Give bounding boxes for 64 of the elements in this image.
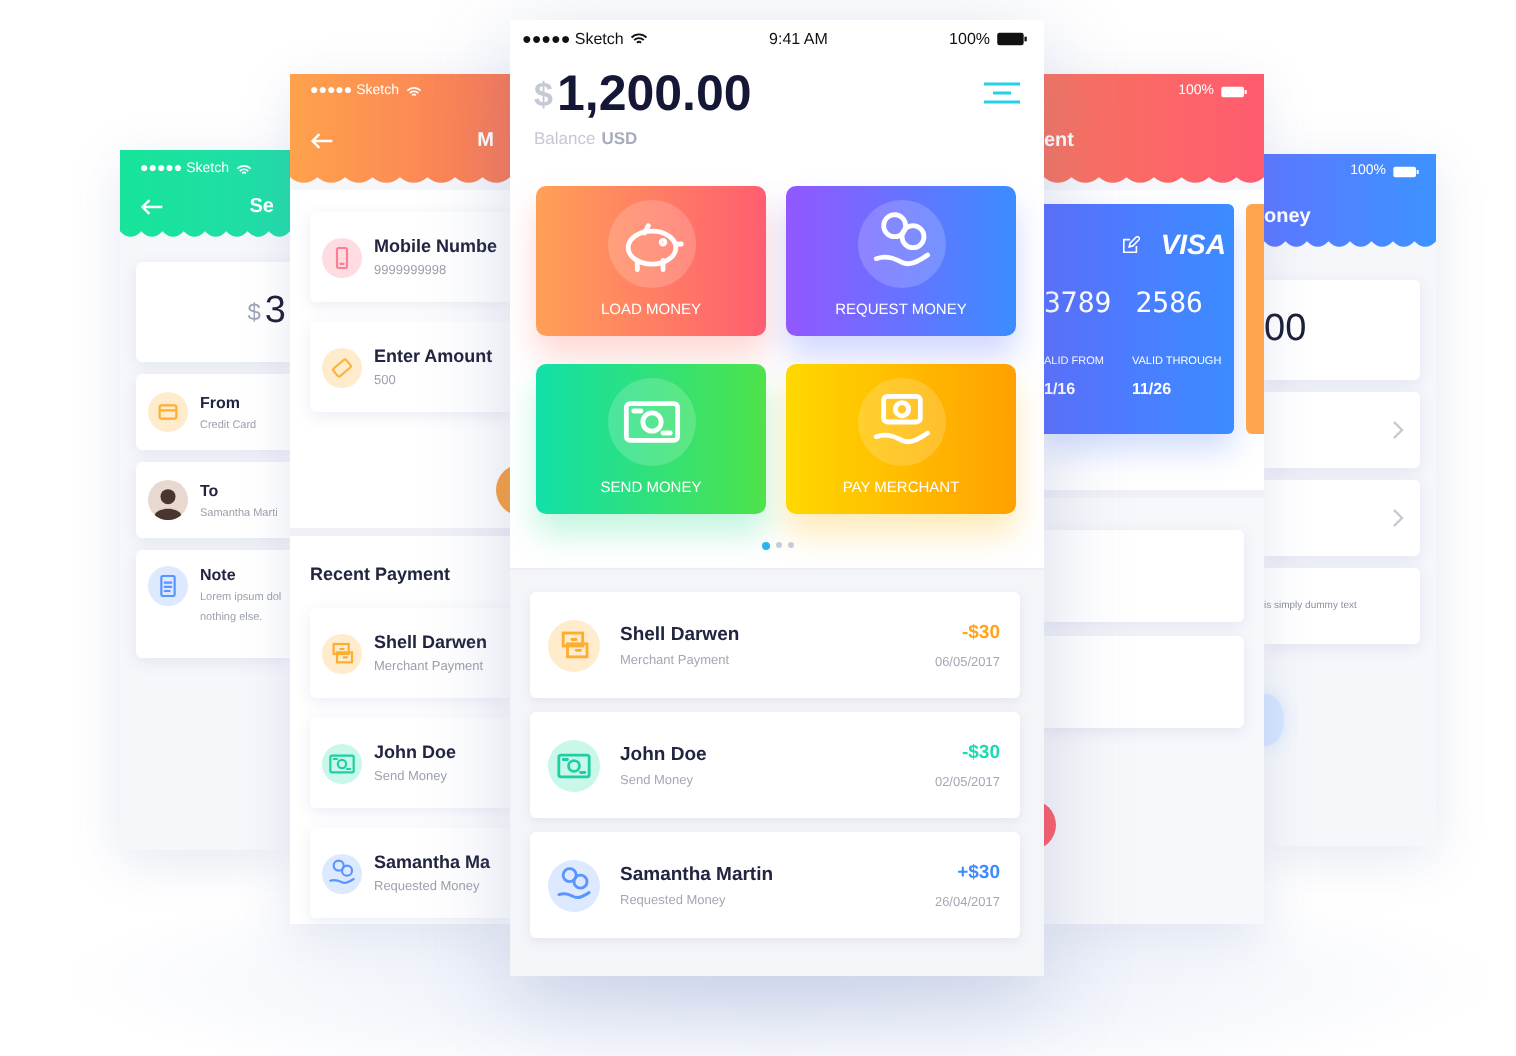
page-dot[interactable] [775,542,781,548]
page-dot[interactable] [787,542,793,548]
banknotes-icon [322,633,362,673]
amount-value: 3 [264,290,286,334]
banknote-icon [548,739,600,791]
balance-label: Balance [534,128,596,148]
back-arrow-icon[interactable] [140,197,164,215]
edit-icon[interactable] [1122,235,1141,253]
menu-icon[interactable] [984,82,1020,104]
field-label: Enter Amount [374,346,493,366]
avatar-icon [148,480,188,520]
payee-name: John Doe [374,742,457,762]
transaction-amount: -$30 [961,621,1000,643]
battery-icon [1392,165,1420,177]
field-label: From [200,393,242,411]
page-dot[interactable] [761,541,769,549]
transaction-amount: +$30 [957,861,1000,883]
currency-code: USD [601,128,638,148]
coins-hand-icon [548,859,600,911]
payee-name: Samantha Ma [374,852,491,872]
banknote-icon [607,378,695,466]
battery-icon [996,31,1029,45]
payee-name: Shell Darwen [620,623,740,645]
section-title: Recent Payment [310,564,453,584]
amount-value: 00 [1264,308,1307,352]
screen-title: ent [1044,129,1074,151]
status-time: 9:41 AM [769,29,828,47]
chevron-icon[interactable] [1392,508,1404,528]
field-label: Note [200,566,238,584]
card-brand: VISA [1160,228,1226,260]
credit-card-icon [148,392,188,432]
phone-icon [322,237,362,277]
wifi-icon [235,163,251,175]
field-label: To [200,481,221,499]
wifi-icon [405,85,421,97]
coins-hand-icon [322,853,362,893]
field-label: Mobile Numbe [374,236,498,256]
valid-date: 11/26 [1131,380,1174,398]
battery-icon [1220,85,1248,97]
battery-level: 100% [949,29,991,47]
card-number: 2586 [1135,288,1203,320]
payee-name: John Doe [620,743,707,765]
payee-name: Shell Darwen [374,632,488,652]
back-arrow-icon[interactable] [310,131,334,149]
valid-date: 1/16 [1044,380,1078,398]
wifi-icon [629,31,648,45]
screen-title: oney [1264,205,1311,227]
currency-sign: $ [534,75,553,115]
hand-banknote-icon [857,378,945,466]
currency-sign: $ [247,298,261,326]
transaction-amount: -$30 [961,741,1000,763]
ticket-icon [322,347,362,387]
banknotes-icon [548,619,600,671]
screen-title: Se [249,195,274,217]
carrier-label: ●●●●● Sketch [522,29,624,47]
card-number: 3789 [1044,288,1112,320]
chevron-icon[interactable] [1392,420,1404,440]
payee-name: Samantha Martin [620,863,774,885]
notepad-icon [148,566,188,606]
piggy-bank-icon [607,200,695,288]
banknote-icon [322,743,362,783]
coins-hand-icon [857,200,945,288]
balance-amount: 1,200.00 [556,66,752,124]
screen-title: M [477,129,494,151]
